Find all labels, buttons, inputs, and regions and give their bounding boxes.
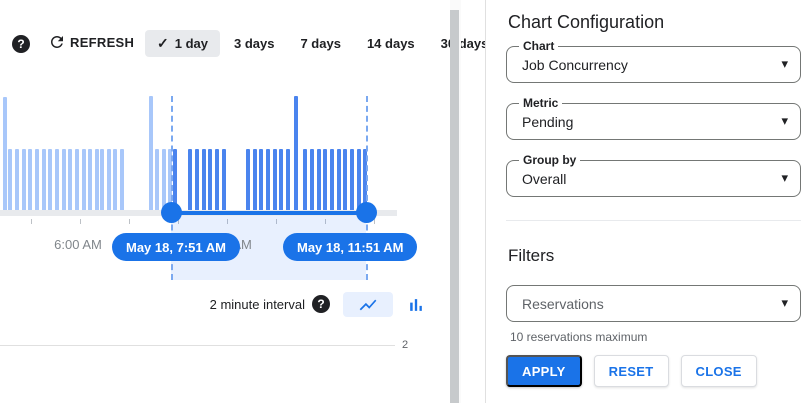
chart-bar [273, 149, 277, 210]
reservations-select[interactable]: Reservations ▾ [506, 285, 801, 322]
chart-bar [35, 149, 39, 210]
field-value: Job Concurrency [522, 57, 628, 73]
close-button[interactable]: CLOSE [681, 355, 757, 387]
chart-bar [208, 149, 212, 210]
chart-bar [253, 149, 257, 210]
action-buttons: APPLY RESET CLOSE [506, 355, 757, 387]
chart-select[interactable]: ChartJob Concurrency▾ [506, 46, 801, 83]
chart-bar [279, 149, 283, 210]
chart-bar [330, 149, 334, 210]
axis-label: 6:00 AM [54, 237, 102, 252]
chart-bar [107, 149, 111, 210]
chart-bar [266, 149, 270, 210]
chart-bar [294, 96, 298, 210]
chart-bar [259, 149, 263, 210]
apply-button[interactable]: APPLY [506, 355, 582, 387]
chart-bar [195, 149, 199, 210]
chart-footer-controls: 2 minute interval ? [0, 290, 440, 318]
chart-bar [310, 149, 314, 210]
range-slider-selected-track[interactable] [171, 211, 366, 215]
chart-bar [222, 149, 226, 210]
chart-bar [68, 149, 72, 210]
panel-title: Chart Configuration [508, 12, 664, 33]
chart-bar [3, 97, 7, 210]
reservations-placeholder: Reservations [522, 296, 604, 312]
chart-bar [215, 149, 219, 210]
chart-bar [42, 149, 46, 210]
field-label: Metric [519, 97, 562, 110]
selection-start-pill: May 18, 7:51 AM [112, 233, 240, 261]
chart-bar [100, 149, 104, 210]
chart-bar [202, 149, 206, 210]
field-value: Pending [522, 114, 573, 130]
chart-bar [55, 149, 59, 210]
chart-bar [75, 149, 79, 210]
selection-end-pill: May 18, 11:51 AM [283, 233, 417, 261]
line-chart-toggle-button[interactable] [343, 292, 393, 317]
chart-bar [48, 149, 52, 210]
field-label: Chart [519, 40, 558, 53]
chart-bar [343, 149, 347, 210]
chart-bar [113, 149, 117, 210]
reset-button[interactable]: RESET [594, 355, 669, 387]
chart-bar [303, 149, 307, 210]
axis-tick [129, 219, 130, 224]
chart-bar [337, 149, 341, 210]
interval-label: 2 minute interval [210, 297, 305, 312]
chart-configuration-panel: Chart Configuration Chart Job Concurrency… [486, 0, 808, 403]
interval-help-icon[interactable]: ? [312, 295, 330, 313]
chart-bar [149, 96, 153, 210]
chart-bar [22, 149, 26, 210]
bigquery-admin-monitoring: ? REFRESH ✓1 day3 days7 days14 days30 da… [0, 0, 808, 403]
chart-bar [155, 149, 159, 210]
chevron-down-icon: ▾ [781, 295, 788, 311]
metric-select[interactable]: MetricPending▾ [506, 103, 801, 140]
field-value: Overall [522, 171, 566, 187]
next-chart-gridline [0, 345, 395, 346]
chart-bar [8, 149, 12, 210]
chart-bar [62, 149, 66, 210]
chart-bar [173, 149, 177, 210]
chevron-down-icon: ▾ [781, 170, 788, 186]
filters-divider [506, 220, 801, 221]
axis-tick [31, 219, 32, 224]
chevron-down-icon: ▾ [781, 113, 788, 129]
chart-bar [286, 149, 290, 210]
chart-bar [95, 149, 99, 210]
chart-bar [188, 149, 192, 210]
bar-chart-icon [406, 295, 426, 315]
chart-bar [28, 149, 32, 210]
axis-tick [374, 219, 375, 224]
vertical-scrollbar [450, 0, 461, 403]
chart-bar [88, 149, 92, 210]
chart-bar [317, 149, 321, 210]
chart-bar [120, 149, 124, 210]
scrollbar-thumb[interactable] [450, 10, 459, 403]
chart-pane: ? REFRESH ✓1 day3 days7 days14 days30 da… [0, 0, 485, 403]
chart-bar [162, 149, 166, 210]
reservations-helper-text: 10 reservations maximum [510, 330, 647, 344]
axis-tick [80, 219, 81, 224]
chart-bar [82, 149, 86, 210]
chart-bar [246, 149, 250, 210]
range-slider-end-handle[interactable] [356, 202, 377, 223]
chart-bar [15, 149, 19, 210]
bar-chart-toggle-button[interactable] [398, 292, 434, 317]
field-label: Group by [519, 154, 580, 167]
filters-title: Filters [508, 246, 554, 266]
chart-bar [323, 149, 327, 210]
group-by-select[interactable]: Group byOverall▾ [506, 160, 801, 197]
chart-bar [350, 149, 354, 210]
chart-bar [357, 149, 361, 210]
chevron-down-icon: ▾ [781, 56, 788, 72]
next-chart-axis-tick: 2 [402, 339, 408, 351]
line-chart-icon [358, 295, 378, 315]
chart-bars [0, 96, 400, 210]
range-slider-start-handle[interactable] [161, 202, 182, 223]
